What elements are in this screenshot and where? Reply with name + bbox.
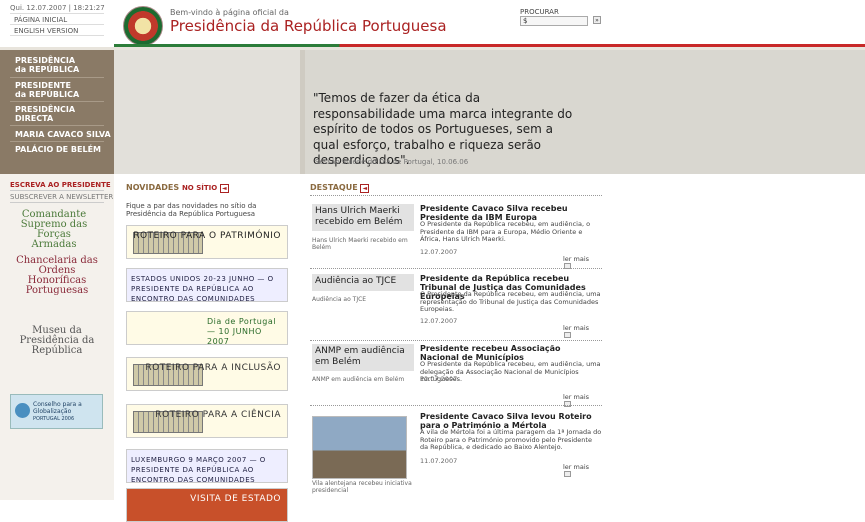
news-date: 12.07.2007 <box>420 317 458 325</box>
read-more-icon[interactable] <box>564 401 571 407</box>
news-image[interactable]: ANMP em audiência em Belém <box>312 344 414 371</box>
arrow-icon: ◄ <box>360 184 370 193</box>
search-label: PROCURAR <box>520 8 559 16</box>
banner-estados-unidos[interactable]: ESTADOS UNIDOS 20-23 JUNHO — O PRESIDENT… <box>126 268 288 302</box>
datetime: Qui. 12.07.2007 | 18:21:27 <box>10 4 105 12</box>
read-more-icon[interactable] <box>564 471 571 477</box>
news-image[interactable]: Audiência ao TJCE <box>312 274 414 291</box>
arrow-icon: ◄ <box>219 184 229 193</box>
nav-presidencia-directa[interactable]: PRESIDÊNCIA DIRECTA <box>15 105 75 123</box>
nav-presidencia-republica[interactable]: PRESIDÊNCIA da REPÚBLICA <box>15 56 79 74</box>
news-date: 11.07.2007 <box>420 457 458 465</box>
read-more-link[interactable]: ler mais <box>563 255 589 263</box>
news-caption: ANMP em audiência em Belém <box>312 376 405 383</box>
newsletter-link[interactable]: SUBSCREVER A NEWSLETTER <box>10 193 113 201</box>
utility-bar: Qui. 12.07.2007 | 18:21:27 PÁGINA INICIA… <box>0 0 114 48</box>
globe-icon <box>15 403 30 418</box>
read-more-icon[interactable] <box>564 332 571 338</box>
nav-presidente-republica[interactable]: PRESIDENTE da REPÚBLICA <box>15 81 79 99</box>
banner-visita-estado[interactable]: VISITA DE ESTADO <box>126 488 288 522</box>
destaque-section: DESTAQUE ◄ <box>310 183 370 193</box>
search-input[interactable]: $ <box>520 16 588 26</box>
news-body: A vila de Mértola foi a última paragem d… <box>420 428 602 451</box>
news-caption: Vila alentejana recebeu iniciativa presi… <box>312 480 412 494</box>
museum-logo[interactable]: Museu da Presidência da República <box>14 326 100 356</box>
news-body: O Presidente da República recebeu, em au… <box>420 290 601 313</box>
banner-luxemburgo[interactable]: LUXEMBURGO 9 MARÇO 2007 — O PRESIDENTE D… <box>126 449 288 483</box>
news-body: O Presidente da República recebeu, em au… <box>420 220 591 243</box>
english-version-link[interactable]: ENGLISH VERSION <box>14 27 78 35</box>
search-submit-button[interactable]: » <box>593 16 601 24</box>
read-more-link[interactable]: ler mais <box>563 393 589 401</box>
main-navigation: PRESIDÊNCIA da REPÚBLICA PRESIDENTE da REP… <box>0 50 114 174</box>
globalization-council-banner[interactable]: Conselho para a Globalização PORTUGAL 20… <box>10 394 103 429</box>
read-more-link[interactable]: ler mais <box>563 324 589 332</box>
home-link[interactable]: PÁGINA INICIAL <box>14 16 67 24</box>
news-caption: Audiência ao TJCE <box>312 296 367 303</box>
banner-roteiro-patrimonio[interactable]: ROTEIRO PARA O PATRIMÓNIO <box>126 225 288 259</box>
banner-roteiro-inclusao[interactable]: ROTEIRO PARA A INCLUSÃO <box>126 357 288 391</box>
site-title[interactable]: Presidência da República Portuguesa <box>170 17 447 35</box>
coat-of-arms-logo[interactable] <box>123 6 163 46</box>
read-more-link[interactable]: ler mais <box>563 463 589 471</box>
honorific-orders-logo[interactable]: Chancelaria das Ordens Honoríficas Portu… <box>12 256 102 296</box>
novidades-section: NOVIDADES NO SÍTIO ◄ Fique a par das nov… <box>126 183 288 218</box>
welcome-text: Bem-vindo à página oficial da <box>170 8 289 17</box>
hero-quote-source: Sessão Solene do Dia de Portugal, 10.06.… <box>315 158 469 166</box>
search-area: PROCURAR $ » <box>520 8 601 26</box>
news-photo[interactable] <box>312 416 407 479</box>
novidades-description: Fique a par das novidades no sítio da Pr… <box>126 202 257 218</box>
banner-roteiro-ciencia[interactable]: ROTEIRO PARA A CIÊNCIA <box>126 404 288 438</box>
banner-dia-portugal[interactable]: Dia de Portugal — 10 JUNHO 2007 <box>126 311 288 345</box>
destaque-heading: DESTAQUE ◄ <box>310 183 370 193</box>
hero-quote: "Temos de fazer da ética da responsabili… <box>313 91 573 167</box>
write-president-link[interactable]: ESCREVA AO PRESIDENTE <box>10 181 111 189</box>
nav-palacio-belem[interactable]: PALÁCIO DE BELÉM <box>15 145 101 154</box>
news-caption: Hans Ulrich Maerki recebido em Belém <box>312 237 408 251</box>
news-date: 12.07.2007 <box>420 375 458 383</box>
armed-forces-logo[interactable]: Comandante Supremo das Forças Armadas <box>14 210 94 250</box>
news-image[interactable]: Hans Ulrich Maerki recebido em Belém <box>312 204 414 231</box>
news-date: 12.07.2007 <box>420 248 458 256</box>
nav-maria-cavaco-silva[interactable]: MARIA CAVACO SILVA <box>15 130 111 139</box>
novidades-heading: NOVIDADES NO SÍTIO ◄ <box>126 183 229 193</box>
